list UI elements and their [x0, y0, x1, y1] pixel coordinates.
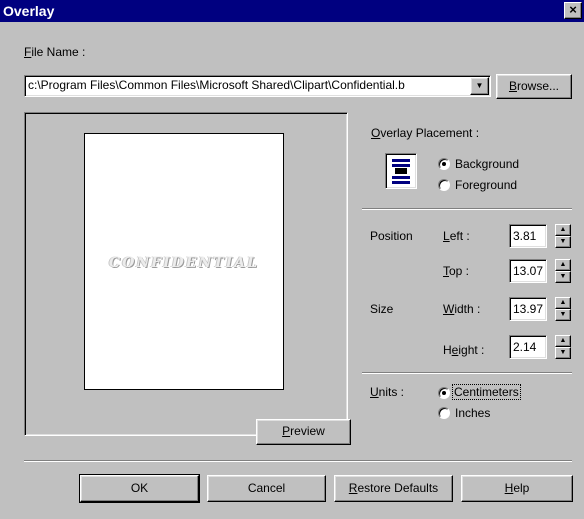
- width-input[interactable]: 13.97: [509, 297, 547, 321]
- left-spinner[interactable]: ▲ ▼: [555, 224, 571, 248]
- top-spinner[interactable]: ▲ ▼: [555, 259, 571, 283]
- units-label: Units :: [370, 385, 405, 399]
- overlay-placement-label: Overlay Placement :: [371, 126, 480, 140]
- width-spinner[interactable]: ▲ ▼: [555, 297, 571, 321]
- spin-down-icon[interactable]: ▼: [555, 271, 571, 283]
- inches-option-label[interactable]: Inches: [455, 406, 490, 420]
- centimeters-option-label[interactable]: Centimeters: [452, 384, 521, 400]
- spin-down-icon[interactable]: ▼: [555, 347, 571, 359]
- chevron-down-icon[interactable]: ▼: [470, 77, 489, 95]
- spin-up-icon[interactable]: ▲: [555, 335, 571, 347]
- height-label: Height :: [443, 343, 485, 357]
- width-label: Width :: [443, 302, 481, 316]
- separator-placement: [362, 208, 572, 210]
- height-input[interactable]: 2.14: [509, 335, 547, 359]
- height-spinner[interactable]: ▲ ▼: [555, 335, 571, 359]
- help-button[interactable]: Help: [461, 475, 573, 502]
- separator-bottom: [24, 460, 572, 462]
- spin-up-icon[interactable]: ▲: [555, 297, 571, 309]
- window-title: Overlay: [3, 3, 55, 19]
- left-input[interactable]: 3.81: [509, 224, 547, 248]
- foreground-radio[interactable]: [438, 179, 450, 191]
- restore-defaults-button[interactable]: Restore Defaults: [334, 475, 453, 502]
- spin-down-icon[interactable]: ▼: [555, 236, 571, 248]
- foreground-option-label[interactable]: Foreground: [455, 178, 517, 192]
- top-label: Top :: [443, 264, 470, 278]
- inches-radio[interactable]: [438, 407, 450, 419]
- browse-button-label: rowse...: [517, 79, 560, 93]
- background-radio[interactable]: [438, 158, 450, 170]
- spin-down-icon[interactable]: ▼: [555, 309, 571, 321]
- watermark-text: CONFIDENTIAL: [109, 255, 259, 271]
- file-name-label: File Name :: [24, 45, 86, 59]
- close-icon[interactable]: ×: [564, 2, 582, 19]
- title-bar: Overlay: [0, 0, 584, 22]
- centimeters-radio[interactable]: [438, 387, 450, 399]
- file-name-value: c:\Program Files\Common Files\Microsoft …: [28, 78, 405, 92]
- separator-size: [362, 372, 572, 374]
- position-group-label: Position: [370, 229, 413, 243]
- cancel-button[interactable]: Cancel: [207, 475, 326, 502]
- browse-button[interactable]: Browse...: [496, 74, 572, 99]
- background-option-label[interactable]: Background: [455, 157, 519, 171]
- size-group-label: Size: [370, 302, 394, 316]
- ok-button[interactable]: OK: [79, 474, 200, 503]
- file-name-combobox[interactable]: c:\Program Files\Common Files\Microsoft …: [24, 75, 491, 97]
- spin-up-icon[interactable]: ▲: [555, 224, 571, 236]
- preview-button[interactable]: Preview: [256, 419, 351, 445]
- placement-icon: [385, 153, 417, 189]
- spin-up-icon[interactable]: ▲: [555, 259, 571, 271]
- left-label: Left :: [443, 229, 470, 243]
- top-input[interactable]: 13.07: [509, 259, 547, 283]
